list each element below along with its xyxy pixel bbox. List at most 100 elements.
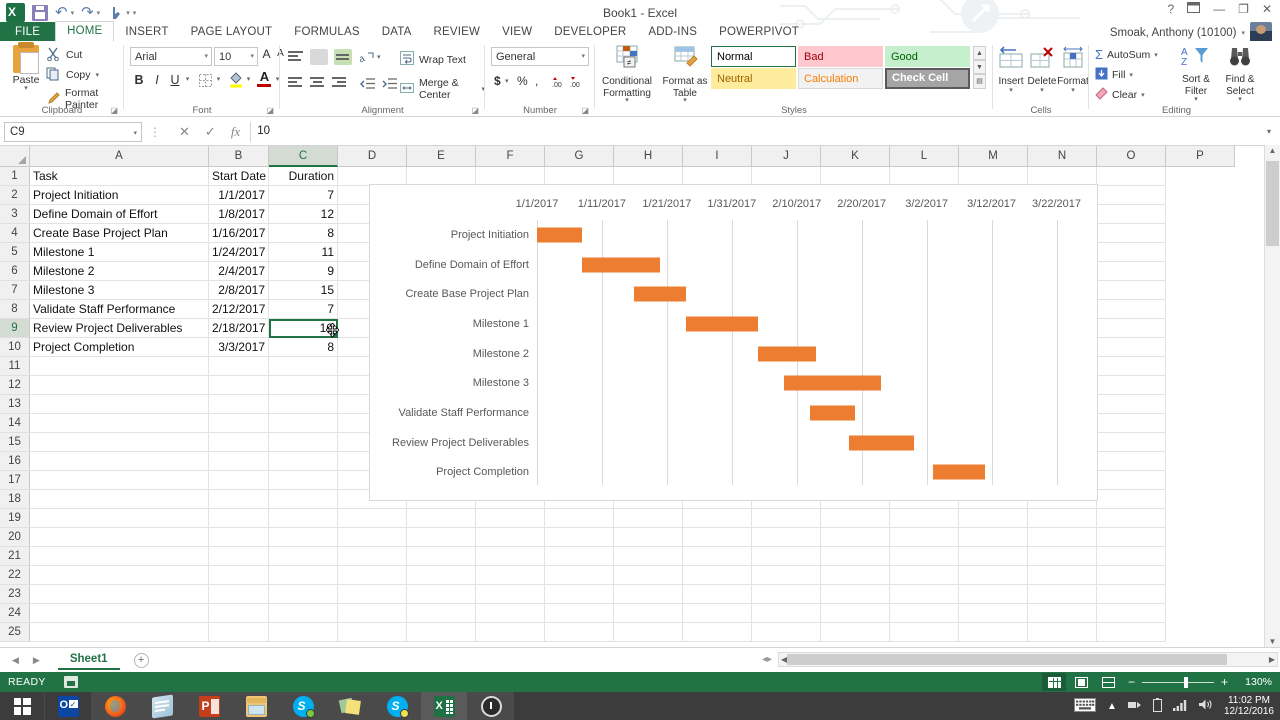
confirm-entry-icon[interactable]: ✓ bbox=[205, 124, 216, 140]
tab-insert[interactable]: INSERT bbox=[114, 23, 179, 42]
row-header-2[interactable]: 2 bbox=[0, 186, 30, 205]
cut-button[interactable]: Cut bbox=[46, 47, 82, 62]
insert-dropdown-icon[interactable]: ▾ bbox=[995, 88, 1027, 94]
sort-filter-button[interactable]: A Z Sort & Filter ▾ bbox=[1173, 45, 1219, 103]
cell-K21[interactable] bbox=[821, 547, 890, 566]
cell-K22[interactable] bbox=[821, 566, 890, 585]
fill-button[interactable]: Fill ▾ bbox=[1095, 67, 1133, 83]
cell-A20[interactable] bbox=[30, 528, 209, 547]
comma-style-button[interactable]: , bbox=[535, 74, 538, 88]
column-header-j[interactable]: J bbox=[752, 146, 821, 167]
cell-I19[interactable] bbox=[683, 509, 752, 528]
cell-H24[interactable] bbox=[614, 604, 683, 623]
font-size-input[interactable]: 10 ▾ bbox=[214, 47, 258, 66]
cell-N20[interactable] bbox=[1028, 528, 1097, 547]
cell-L24[interactable] bbox=[890, 604, 959, 623]
chart-bar[interactable] bbox=[537, 227, 582, 242]
cell-C20[interactable] bbox=[269, 528, 338, 547]
tab-view[interactable]: VIEW bbox=[491, 23, 543, 42]
cell-A5[interactable]: Milestone 1 bbox=[30, 243, 209, 262]
cell-B5[interactable]: 1/24/2017 bbox=[209, 243, 269, 262]
cell-C3[interactable]: 12 bbox=[269, 205, 338, 224]
cell-F24[interactable] bbox=[476, 604, 545, 623]
cell-B11[interactable] bbox=[209, 357, 269, 376]
page-break-preview-button[interactable] bbox=[1096, 673, 1120, 691]
align-right-button[interactable] bbox=[332, 77, 347, 89]
increase-decimal-button[interactable]: .00 bbox=[552, 75, 567, 91]
cell-B13[interactable] bbox=[209, 395, 269, 414]
zoom-slider-thumb[interactable] bbox=[1184, 677, 1188, 688]
cell-O21[interactable] bbox=[1097, 547, 1166, 566]
cell-H21[interactable] bbox=[614, 547, 683, 566]
cell-D25[interactable] bbox=[338, 623, 407, 642]
column-header-o[interactable]: O bbox=[1097, 146, 1166, 167]
cell-C24[interactable] bbox=[269, 604, 338, 623]
chart-bar[interactable] bbox=[933, 465, 985, 480]
cell-C19[interactable] bbox=[269, 509, 338, 528]
row-header-3[interactable]: 3 bbox=[0, 205, 30, 224]
orientation-button[interactable]: a bbox=[360, 50, 375, 69]
cell-F21[interactable] bbox=[476, 547, 545, 566]
row-header-9[interactable]: 9 bbox=[0, 319, 30, 338]
insert-cells-button[interactable]: Insert ▾ bbox=[995, 45, 1027, 94]
delete-cells-button[interactable]: Delete ▾ bbox=[1026, 45, 1058, 94]
clear-button[interactable]: Clear ▾ bbox=[1095, 87, 1145, 103]
row-header-5[interactable]: 5 bbox=[0, 243, 30, 262]
align-middle-button[interactable] bbox=[310, 49, 328, 65]
cell-O15[interactable] bbox=[1097, 433, 1166, 452]
row-header-18[interactable]: 18 bbox=[0, 490, 30, 509]
cell-A24[interactable] bbox=[30, 604, 209, 623]
conditional-formatting-button[interactable]: ≠ Conditional Formatting ▾ bbox=[599, 45, 655, 104]
cell-K24[interactable] bbox=[821, 604, 890, 623]
cell-style-calculation[interactable]: Calculation bbox=[798, 68, 883, 89]
next-sheet-icon[interactable]: ▶ bbox=[33, 655, 40, 666]
paste-dropdown-icon[interactable]: ▾ bbox=[6, 86, 46, 92]
cell-A19[interactable] bbox=[30, 509, 209, 528]
cell-O7[interactable] bbox=[1097, 281, 1166, 300]
cell-O3[interactable] bbox=[1097, 205, 1166, 224]
cell-C17[interactable] bbox=[269, 471, 338, 490]
tab-review[interactable]: REVIEW bbox=[423, 23, 492, 42]
cell-B7[interactable]: 2/8/2017 bbox=[209, 281, 269, 300]
cell-J21[interactable] bbox=[752, 547, 821, 566]
cell-O5[interactable] bbox=[1097, 243, 1166, 262]
cell-A16[interactable] bbox=[30, 452, 209, 471]
cell-O19[interactable] bbox=[1097, 509, 1166, 528]
autosum-dropdown-icon[interactable]: ▾ bbox=[1154, 51, 1158, 59]
cell-O8[interactable] bbox=[1097, 300, 1166, 319]
cell-D23[interactable] bbox=[338, 585, 407, 604]
delete-dropdown-icon[interactable]: ▾ bbox=[1026, 88, 1058, 94]
cell-B6[interactable]: 2/4/2017 bbox=[209, 262, 269, 281]
cell-A10[interactable]: Project Completion bbox=[30, 338, 209, 357]
cell-O17[interactable] bbox=[1097, 471, 1166, 490]
tab-file[interactable]: FILE bbox=[0, 22, 55, 42]
cell-D19[interactable] bbox=[338, 509, 407, 528]
horizontal-scrollbar[interactable]: ◀ ▶ bbox=[778, 652, 1278, 667]
cell-O2[interactable] bbox=[1097, 186, 1166, 205]
gantt-chart[interactable]: 1/1/20171/11/20171/21/20171/31/20172/10/… bbox=[369, 184, 1098, 501]
fill-color-dropdown-icon[interactable]: ▾ bbox=[244, 75, 253, 83]
cell-A15[interactable] bbox=[30, 433, 209, 452]
cell-style-neutral[interactable]: Neutral bbox=[711, 68, 796, 89]
cell-J23[interactable] bbox=[752, 585, 821, 604]
autosum-button[interactable]: Σ AutoSum ▾ bbox=[1095, 47, 1158, 62]
network-share-icon[interactable] bbox=[1128, 699, 1142, 714]
zoom-slider[interactable]: − + bbox=[1128, 675, 1228, 689]
cell-C8[interactable]: 7 bbox=[269, 300, 338, 319]
column-header-c[interactable]: C bbox=[269, 146, 338, 167]
borders-dropdown-icon[interactable]: ▾ bbox=[214, 75, 223, 83]
cell-B24[interactable] bbox=[209, 604, 269, 623]
cell-I20[interactable] bbox=[683, 528, 752, 547]
row-header-23[interactable]: 23 bbox=[0, 585, 30, 604]
row-header-24[interactable]: 24 bbox=[0, 604, 30, 623]
cell-H22[interactable] bbox=[614, 566, 683, 585]
name-box-dropdown-icon[interactable]: ▾ bbox=[133, 124, 137, 143]
cell-E22[interactable] bbox=[407, 566, 476, 585]
italic-button[interactable]: I bbox=[150, 73, 164, 87]
tab-home[interactable]: HOME bbox=[55, 21, 114, 42]
percent-style-button[interactable]: % bbox=[517, 74, 528, 88]
cell-L23[interactable] bbox=[890, 585, 959, 604]
cell-C12[interactable] bbox=[269, 376, 338, 395]
cell-A8[interactable]: Validate Staff Performance bbox=[30, 300, 209, 319]
cell-B18[interactable] bbox=[209, 490, 269, 509]
